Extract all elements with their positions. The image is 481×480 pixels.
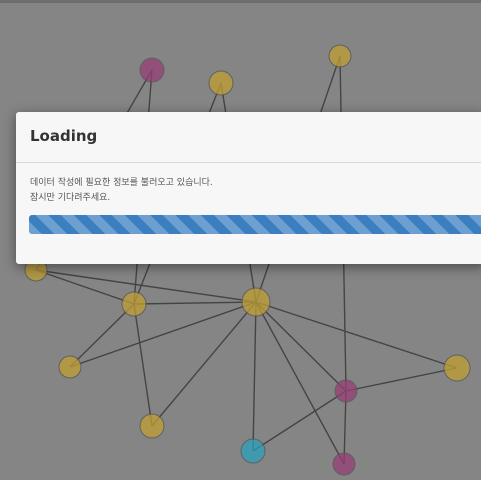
dialog-title: Loading: [30, 127, 98, 145]
top-bar: [0, 0, 481, 3]
loading-message-line1: 데이터 작성에 필요한 정보를 불러오고 있습니다.: [30, 178, 213, 188]
loading-dialog: Loading 데이터 작성에 필요한 정보를 불러오고 있습니다. 잠시만 기…: [16, 112, 481, 264]
dialog-header: Loading: [16, 112, 481, 163]
progress-bar: [29, 215, 481, 234]
loading-message-line2: 잠시만 기다려주세요.: [30, 193, 111, 203]
progress-track: [29, 215, 481, 234]
